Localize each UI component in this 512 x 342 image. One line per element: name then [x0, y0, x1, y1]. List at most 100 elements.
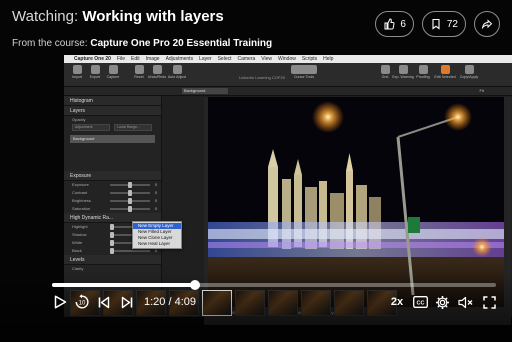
- progress-bar[interactable]: [52, 280, 496, 290]
- tool-label: Reset: [134, 75, 144, 79]
- row-label: Opacity: [72, 117, 86, 122]
- capture-tool: Capture: [102, 65, 124, 79]
- play-icon: [54, 295, 66, 309]
- menu-new-heal-layer: New Heal Layer: [138, 241, 171, 246]
- luma-range-button: Luma Range...: [114, 124, 152, 131]
- save-count: 72: [446, 18, 458, 30]
- tool-label: Grid: [381, 75, 389, 79]
- play-button[interactable]: [52, 293, 68, 311]
- proofing-icon: [418, 65, 428, 74]
- proofing-tool: Proofing: [412, 65, 434, 79]
- edit-selected-icon: [440, 65, 450, 74]
- row-value: 0: [154, 182, 157, 187]
- menu-item: View: [261, 56, 273, 62]
- slider: [110, 198, 150, 204]
- row-value: 0: [154, 198, 157, 203]
- copy-icon: [464, 65, 474, 74]
- tool-label: Edit Selected: [434, 75, 456, 79]
- contrast-row: Contrast 0: [64, 189, 161, 197]
- app-toolbar: Import Export Capture Reset Undo/Redo Au…: [64, 63, 512, 87]
- time-display: 1:20 / 4:09: [144, 296, 196, 308]
- skip-back-button[interactable]: 10: [73, 293, 91, 311]
- like-count: 6: [400, 18, 406, 30]
- thumbs-up-icon: [384, 18, 395, 30]
- slider: [110, 248, 150, 254]
- menubar: Capture One 20 File Edit Image Adjustmen…: [64, 55, 512, 63]
- next-icon: [121, 296, 133, 308]
- slider: [110, 206, 150, 212]
- course-line: From the course: Capture One Pro 20 Esse…: [12, 38, 372, 49]
- tool-label: Auto Adjust: [167, 75, 187, 79]
- slider-knob: [110, 240, 114, 246]
- exposure-header: Exposure: [64, 171, 161, 181]
- row-label: White: [72, 240, 83, 245]
- export-icon: [90, 65, 100, 74]
- layer-select: Background: [182, 88, 228, 94]
- auto-adjust-tool: Auto Adjust: [166, 65, 188, 79]
- menu-item: Help: [323, 56, 334, 62]
- row-value: 0: [154, 190, 157, 195]
- playback-speed-button[interactable]: 2x: [388, 293, 406, 311]
- exposure-warning-tool: Exp. Warning: [392, 65, 414, 79]
- menu-item: Window: [278, 56, 296, 62]
- brightness-row: Brightness 0: [64, 197, 161, 205]
- slider-knob: [128, 190, 132, 196]
- previous-icon: [98, 296, 110, 308]
- tool-label: Cursor Tools: [293, 75, 315, 79]
- edit-selected-tool: Edit Selected: [434, 65, 456, 79]
- tool-label: Export: [89, 75, 101, 79]
- cursor-icon: [291, 65, 317, 74]
- course-title-link[interactable]: Capture One Pro 20 Essential Training: [90, 38, 272, 49]
- undo-tool: Undo/Redo: [146, 65, 168, 79]
- layer-context-menu: New Empty Layer New Filled Layer New Clo…: [132, 221, 182, 249]
- row-label: Highlight: [72, 224, 88, 229]
- menu-item: Capture One 20: [74, 56, 111, 62]
- progress-fill: [52, 283, 195, 287]
- camera-icon: [108, 65, 118, 74]
- menu-item: Layer: [199, 56, 212, 62]
- slider-knob: [128, 182, 132, 188]
- layer-bar: Background Fit: [64, 87, 512, 96]
- auto-adjust-icon: [172, 65, 182, 74]
- layers-header: Layers: [64, 106, 161, 116]
- captions-button[interactable]: CC: [412, 293, 428, 311]
- slider: [110, 182, 150, 188]
- fullscreen-button[interactable]: [481, 293, 497, 311]
- row-label: Saturation: [72, 206, 91, 211]
- reset-icon: [134, 65, 144, 74]
- import-icon: [72, 65, 82, 74]
- closed-captions-icon: CC: [412, 296, 428, 308]
- gear-icon: [435, 295, 449, 309]
- opacity-row: Opacity: [64, 116, 161, 124]
- video-header: Watching: Working with layers From the c…: [12, 8, 372, 49]
- row-label: Contrast: [72, 190, 88, 195]
- menu-item: Edit: [131, 56, 140, 62]
- share-button[interactable]: [474, 11, 500, 37]
- previous-button[interactable]: [97, 293, 111, 311]
- like-button[interactable]: 6: [375, 11, 414, 37]
- progress-knob[interactable]: [189, 280, 200, 290]
- settings-button[interactable]: [434, 293, 450, 311]
- copy-apply-tool: Copy/Apply: [458, 65, 480, 79]
- tool-label: Undo/Redo: [147, 75, 167, 79]
- adjustment-button: Adjustment: [72, 124, 110, 131]
- video-player: Capture One 20 File Edit Image Adjustmen…: [0, 0, 512, 342]
- duration: 4:09: [174, 296, 197, 308]
- slider-knob: [110, 248, 114, 254]
- course-prefix: From the course:: [12, 38, 88, 49]
- svg-text:CC: CC: [416, 300, 424, 306]
- fit-label: Fit: [479, 88, 484, 93]
- menu-item: Image: [145, 56, 160, 62]
- histogram-header: Histogram: [64, 96, 161, 106]
- time-separator: /: [168, 296, 172, 308]
- save-button[interactable]: 72: [421, 11, 466, 37]
- menu-item: Camera: [237, 56, 256, 62]
- video-title: Working with layers: [82, 8, 224, 25]
- mute-button[interactable]: [457, 293, 474, 311]
- video-title-line: Watching: Working with layers: [12, 8, 372, 26]
- layer-buttons: Adjustment Luma Range...: [64, 124, 161, 133]
- muted-speaker-icon: [457, 296, 472, 308]
- tool-label: Proofing: [416, 75, 430, 79]
- slider-knob: [110, 232, 114, 238]
- next-button[interactable]: [120, 293, 134, 311]
